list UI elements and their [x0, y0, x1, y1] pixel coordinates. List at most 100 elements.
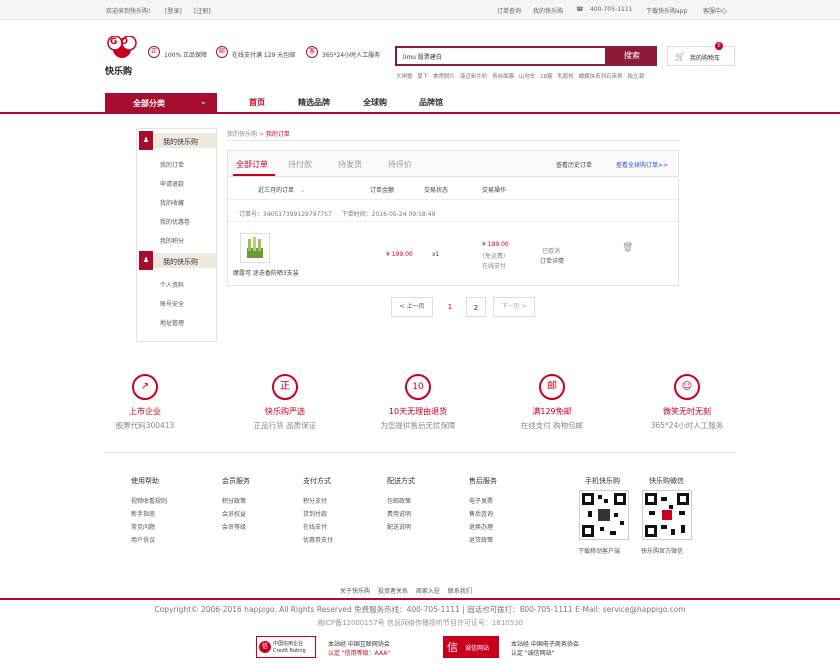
sidebar-item-points[interactable]: 我的积分: [160, 236, 184, 245]
footer-col-title: 会员服务: [222, 477, 250, 485]
footer-link[interactable]: 包邮政策: [387, 496, 415, 505]
cart-button[interactable]: 🛒 我的购物车: [667, 46, 735, 66]
nav-item-home[interactable]: 首页: [249, 97, 265, 108]
order-query-link[interactable]: 订单查询: [497, 6, 521, 15]
footer-link[interactable]: 用户协议: [131, 535, 167, 544]
search-button[interactable]: 搜索: [607, 46, 657, 66]
footer-link[interactable]: 新手指南: [131, 509, 167, 518]
page-2-button[interactable]: 2: [466, 297, 486, 317]
hotword-link[interactable]: 乳胶枕: [557, 74, 574, 80]
sidebar-item-refund[interactable]: 申请退款: [160, 179, 184, 188]
download-app-link[interactable]: 下载快乐购app: [646, 6, 687, 15]
tab-pending-review[interactable]: 待评价: [388, 159, 412, 170]
order-status: 已取消: [542, 248, 561, 255]
service-icon: ☺: [674, 374, 700, 400]
credit-rating-title: 中国信用企业: [273, 641, 304, 647]
date-filter-dropdown[interactable]: 近三月的订单 ⌄: [258, 185, 305, 194]
order-tabs: 全部订单 待付款 待发货 待评价: [228, 151, 678, 177]
footer-link[interactable]: 货到付款: [303, 509, 333, 518]
order-detail-link[interactable]: 订单详情: [540, 256, 564, 265]
footer-link[interactable]: 在线支付: [303, 522, 333, 531]
footer-link[interactable]: 费用说明: [387, 509, 415, 518]
guarantee-label: 365*24小时人工服务: [322, 52, 381, 59]
my-happigo-link[interactable]: 我的快乐购: [533, 6, 563, 15]
sidebar-item-address[interactable]: 地址管理: [160, 318, 184, 327]
contact-link[interactable]: 联系我们: [448, 588, 472, 595]
tab-all-orders[interactable]: 全部订单: [236, 159, 268, 170]
footer-link[interactable]: 积分支付: [303, 496, 333, 505]
credit-rating-logo: 信 中国信用企业 Credit Rating: [256, 636, 316, 658]
trash-icon[interactable]: 🗑: [622, 243, 633, 253]
footer-link[interactable]: 积分政策: [222, 496, 250, 505]
sidebar-item-security[interactable]: 账号安全: [160, 299, 184, 308]
headset-icon: 客: [306, 46, 318, 58]
register-link[interactable]: [注册]: [194, 6, 211, 15]
logo[interactable]: GO: [107, 35, 137, 58]
qr-caption: 快乐购官方微信: [641, 548, 684, 555]
hotword-link[interactable]: 夏下: [417, 74, 428, 80]
footer-link[interactable]: 常见问题: [131, 522, 167, 531]
footer-link[interactable]: 配送说明: [387, 522, 415, 531]
product-thumbnail[interactable]: [240, 233, 270, 263]
nav-item-brands[interactable]: 精选品牌: [298, 97, 330, 108]
feature-listed: ↗ 上市企业 股票代码300413: [95, 374, 195, 431]
nav-item-global[interactable]: 全球购: [363, 97, 387, 108]
hotword-link[interactable]: 独立潮: [627, 74, 644, 80]
hotword-link[interactable]: 青丝面膜: [492, 74, 514, 80]
history-orders-link[interactable]: 查看历史订单: [556, 160, 592, 169]
sidebar-item-profile[interactable]: 个人资料: [160, 280, 184, 289]
hotword-link[interactable]: 大闸蟹: [396, 74, 413, 80]
col-actions: 交易操作: [482, 187, 507, 194]
hotword-link[interactable]: 港迈新牛奶: [460, 74, 488, 80]
user-icon: ♟: [139, 131, 153, 150]
login-link[interactable]: [登录]: [165, 6, 182, 15]
credit-rating-badge[interactable]: 信 中国信用企业 Credit Rating 本站经 中国互联网协会 认定 "信…: [256, 636, 406, 658]
footer-link[interactable]: 视频收看规则: [131, 496, 167, 505]
hotword-link[interactable]: 美莲脱片: [433, 74, 455, 80]
investor-link[interactable]: 投资者关系: [378, 588, 408, 595]
footer-link[interactable]: 售后咨询: [469, 509, 497, 518]
all-categories-button[interactable]: 全部分类 ⌄: [105, 93, 217, 114]
page-1-button[interactable]: 1: [440, 297, 460, 317]
footer-link[interactable]: 退货政策: [469, 535, 497, 544]
feature-title: 微笑无时无刻: [663, 407, 711, 416]
footer-link[interactable]: 电子发票: [469, 496, 497, 505]
credit-icon: 信: [259, 641, 271, 653]
tab-pending-payment[interactable]: 待付款: [288, 159, 312, 170]
product-name[interactable]: 摩露可 迷迭香防晒3支装: [233, 268, 299, 277]
cart-icon: 🛒: [675, 52, 685, 61]
all-categories-label: 全部分类: [133, 99, 165, 108]
order-time: 2016-05-24 09:58:49: [371, 211, 436, 218]
sidebar-section-header: ♟ 我的快乐购: [139, 131, 216, 150]
honest-site-badge[interactable]: 信 诚信网站 本站经 中国电子商务协会 认定 "诚信网站": [443, 636, 603, 658]
footer-divider: [0, 598, 840, 600]
nav-item-brand-hall[interactable]: 品牌馆: [419, 97, 443, 108]
order-total: ¥ 199.00: [482, 241, 509, 248]
payment-method: 在线支付: [482, 263, 507, 270]
footer-link[interactable]: 优惠劵支付: [303, 535, 333, 544]
tab-pending-shipment[interactable]: 待发货: [338, 159, 362, 170]
credit-rating-subtitle: Credit Rating: [273, 648, 306, 654]
footer-link[interactable]: 会员权益: [222, 509, 250, 518]
about-link[interactable]: 关于快乐购: [340, 588, 370, 595]
breadcrumb-root[interactable]: 我的快乐购: [227, 131, 257, 138]
footer-link[interactable]: 会员等级: [222, 522, 250, 531]
service-center-link[interactable]: 客服中心: [703, 6, 727, 15]
hotword-link[interactable]: 18霸: [540, 74, 553, 80]
footer-link[interactable]: 退换办理: [469, 522, 497, 531]
sidebar-item-favorites[interactable]: 我的收藏: [160, 198, 184, 207]
prev-page-button[interactable]: < 上一页: [391, 297, 433, 317]
global-orders-link[interactable]: 查看全球购订单>>: [616, 160, 668, 169]
col-status: 交易状态: [424, 187, 449, 194]
hotword-link[interactable]: 蝴蝶侠系列石英表: [579, 74, 623, 80]
merchant-link[interactable]: 商家入驻: [416, 588, 440, 595]
footer-col-title: 售后服务: [469, 477, 497, 485]
next-page-button[interactable]: 下一页 >: [493, 297, 535, 317]
guarantee-shipping: 邮 在线支付满 129 元包邮: [216, 46, 295, 59]
sidebar-item-coupons[interactable]: 我的优惠卷: [160, 217, 190, 226]
search-input[interactable]: [397, 48, 605, 64]
header-divider: [228, 199, 678, 200]
hotword-link[interactable]: 山地车: [519, 74, 536, 80]
footer-col-help: 使用帮助 视频收看规则 新手指南 常见问题 用户协议: [131, 476, 167, 548]
sidebar-item-orders[interactable]: 我的订单: [160, 160, 184, 169]
